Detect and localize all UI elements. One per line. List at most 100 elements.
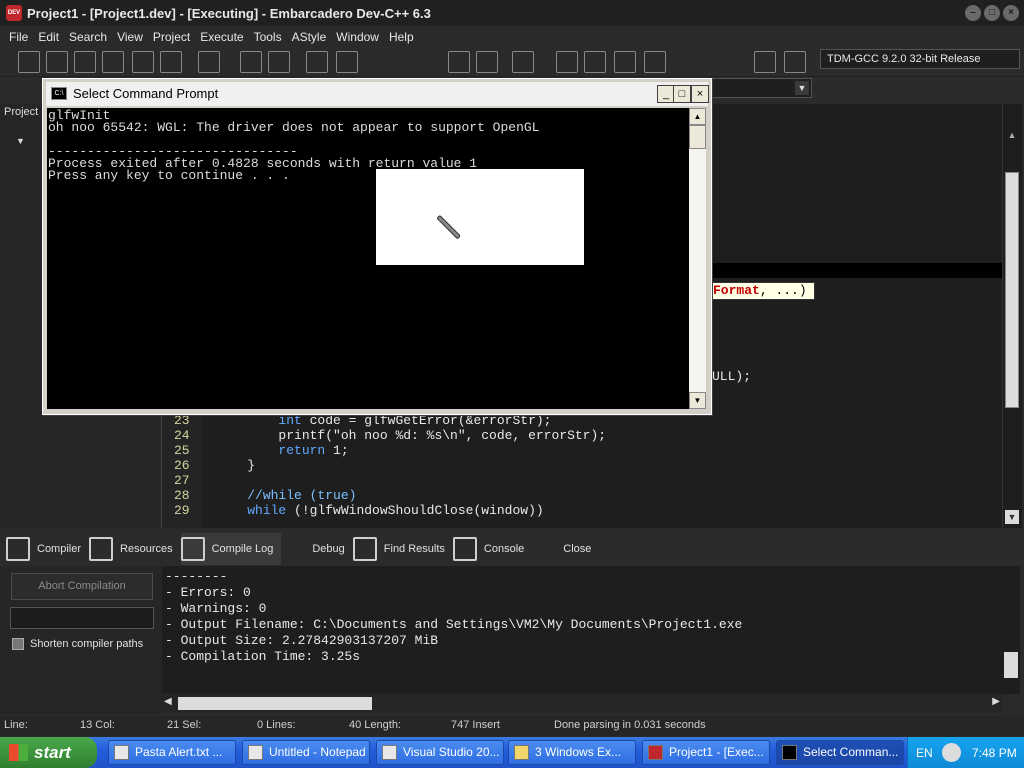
tab-debug[interactable]: Debug: [281, 533, 352, 565]
console-close-button[interactable]: ×: [691, 85, 709, 103]
run-icon[interactable]: [584, 51, 606, 73]
compile-run-icon[interactable]: [614, 51, 636, 73]
new-file-icon[interactable]: [18, 51, 40, 73]
menu-window[interactable]: Window: [331, 30, 384, 44]
stop-execution-icon[interactable]: [716, 51, 738, 73]
toggle-bookmark-icon[interactable]: [336, 51, 358, 73]
task-visual-studio[interactable]: Visual Studio 20...: [376, 740, 504, 765]
tab-console[interactable]: Console: [452, 533, 532, 565]
menu-help[interactable]: Help: [384, 30, 419, 44]
chevron-down-icon[interactable]: ▼: [795, 81, 809, 95]
close-window-button[interactable]: ×: [1003, 5, 1019, 21]
console-maximize-button[interactable]: □: [673, 85, 691, 103]
menu-tools[interactable]: Tools: [249, 30, 287, 44]
shorten-paths-checkbox[interactable]: [12, 638, 24, 650]
help-icon[interactable]: [942, 743, 961, 762]
tab-resources[interactable]: Resources: [89, 533, 181, 565]
scroll-thumb[interactable]: [1005, 172, 1019, 408]
menu-astyle[interactable]: AStyle: [287, 30, 332, 44]
project-tab[interactable]: Project: [4, 106, 38, 118]
find-icon[interactable]: [240, 51, 262, 73]
editor-scrollbar[interactable]: ▲ ▼: [1002, 104, 1022, 528]
scroll-up-icon[interactable]: ▲: [689, 108, 706, 125]
console-scroll-thumb[interactable]: [689, 125, 706, 149]
scroll-right-icon[interactable]: ▶: [992, 696, 1000, 707]
remove-project-icon[interactable]: [476, 51, 498, 73]
clock[interactable]: 7:48 PM: [972, 746, 1017, 760]
menu-edit[interactable]: Edit: [33, 30, 64, 44]
compiler-select[interactable]: TDM-GCC 9.2.0 32-bit Release: [820, 49, 1020, 69]
system-tray: EN 7:48 PM: [907, 737, 1024, 768]
tab-close[interactable]: Close: [532, 533, 599, 565]
notepad-icon: [248, 745, 263, 760]
console-scrollbar[interactable]: ▲ ▼: [689, 108, 706, 409]
tooltip-highlight: Format: [713, 283, 760, 298]
code-line[interactable]: int code = glfwGetError(&errorStr);: [216, 413, 551, 428]
code-line[interactable]: return 1;: [216, 443, 348, 458]
language-indicator[interactable]: EN: [916, 746, 933, 760]
tab-compiler[interactable]: Compiler: [6, 533, 89, 565]
close-file-icon[interactable]: [132, 51, 154, 73]
tab-console-label: Console: [483, 542, 525, 555]
task-command-prompt[interactable]: Select Comman...: [776, 740, 904, 765]
function-list-select[interactable]: ▼: [700, 78, 812, 98]
undo-icon[interactable]: [376, 51, 398, 73]
parameter-hint-tooltip: Format, ...): [710, 282, 815, 300]
scroll-down-icon[interactable]: ▼: [689, 392, 706, 409]
task-windows-explorer[interactable]: 3 Windows Ex...: [508, 740, 636, 765]
goto-line-icon[interactable]: [306, 51, 328, 73]
tab-resources-label: Resources: [120, 542, 173, 555]
tab-find-results[interactable]: Find Results: [352, 533, 453, 565]
console-title-bar[interactable]: C:\ Select Command Prompt _ □ ×: [46, 82, 709, 106]
code-fragment: ULL);: [712, 369, 752, 384]
scroll-down-icon[interactable]: ▼: [1005, 510, 1019, 524]
menu-project[interactable]: Project: [148, 30, 195, 44]
tab-compile-log[interactable]: Compile Log: [180, 532, 282, 565]
delete-profile-icon[interactable]: [784, 51, 806, 73]
tree-expand-icon[interactable]: ▼: [16, 136, 25, 146]
code-line[interactable]: }: [216, 458, 255, 473]
menu-execute[interactable]: Execute: [195, 30, 248, 44]
save-all-icon[interactable]: [102, 51, 124, 73]
start-button[interactable]: start: [0, 737, 97, 768]
minimize-button[interactable]: –: [965, 5, 981, 21]
rebuild-all-icon[interactable]: [644, 51, 666, 73]
task-label: Untitled - Notepad: [269, 745, 366, 759]
log-scroll-thumb[interactable]: [1004, 652, 1018, 678]
code-keyword: return: [278, 443, 326, 458]
save-icon[interactable]: [74, 51, 96, 73]
log-hscroll-thumb[interactable]: [178, 697, 372, 710]
menu-file[interactable]: File: [4, 30, 33, 44]
open-folder-icon[interactable]: [46, 51, 68, 73]
new-project-icon[interactable]: [448, 51, 470, 73]
profile-chart-icon[interactable]: [754, 51, 776, 73]
log-vertical-scrollbar[interactable]: [1002, 566, 1020, 694]
print-icon[interactable]: [198, 51, 220, 73]
task-notepad[interactable]: Untitled - Notepad: [242, 740, 370, 765]
resources-icon: [89, 536, 114, 561]
status-line-label: Line:: [4, 719, 28, 731]
abort-compilation-button[interactable]: Abort Compilation: [11, 573, 153, 600]
close-all-icon[interactable]: [160, 51, 182, 73]
task-devcpp[interactable]: Project1 - [Exec...: [642, 740, 770, 765]
scroll-up-icon[interactable]: ▲: [1005, 130, 1019, 144]
menu-search[interactable]: Search: [64, 30, 112, 44]
replace-icon[interactable]: [268, 51, 290, 73]
project-options-icon[interactable]: [512, 51, 534, 73]
redo-icon[interactable]: [404, 51, 426, 73]
windows-taskbar: start Pasta Alert.txt ... Untitled - Not…: [0, 737, 1024, 768]
code-line[interactable]: printf("oh noo %d: %s\n", code, errorStr…: [216, 428, 606, 443]
code-line[interactable]: //while (true): [216, 488, 356, 503]
maximize-button[interactable]: □: [984, 5, 1000, 21]
check-icon[interactable]: [680, 51, 702, 73]
editor-line-highlight: [710, 263, 1002, 278]
code-keyword: while: [247, 503, 287, 518]
scroll-left-icon[interactable]: ◀: [164, 696, 172, 707]
menu-view[interactable]: View: [112, 30, 148, 44]
line-number: 29: [174, 503, 190, 518]
log-horizontal-scrollbar[interactable]: ◀ ▶: [162, 695, 1002, 713]
compile-icon[interactable]: [556, 51, 578, 73]
task-pasta-alert[interactable]: Pasta Alert.txt ...: [108, 740, 236, 765]
code-line[interactable]: while (!glfwWindowShouldClose(window)): [216, 503, 543, 518]
